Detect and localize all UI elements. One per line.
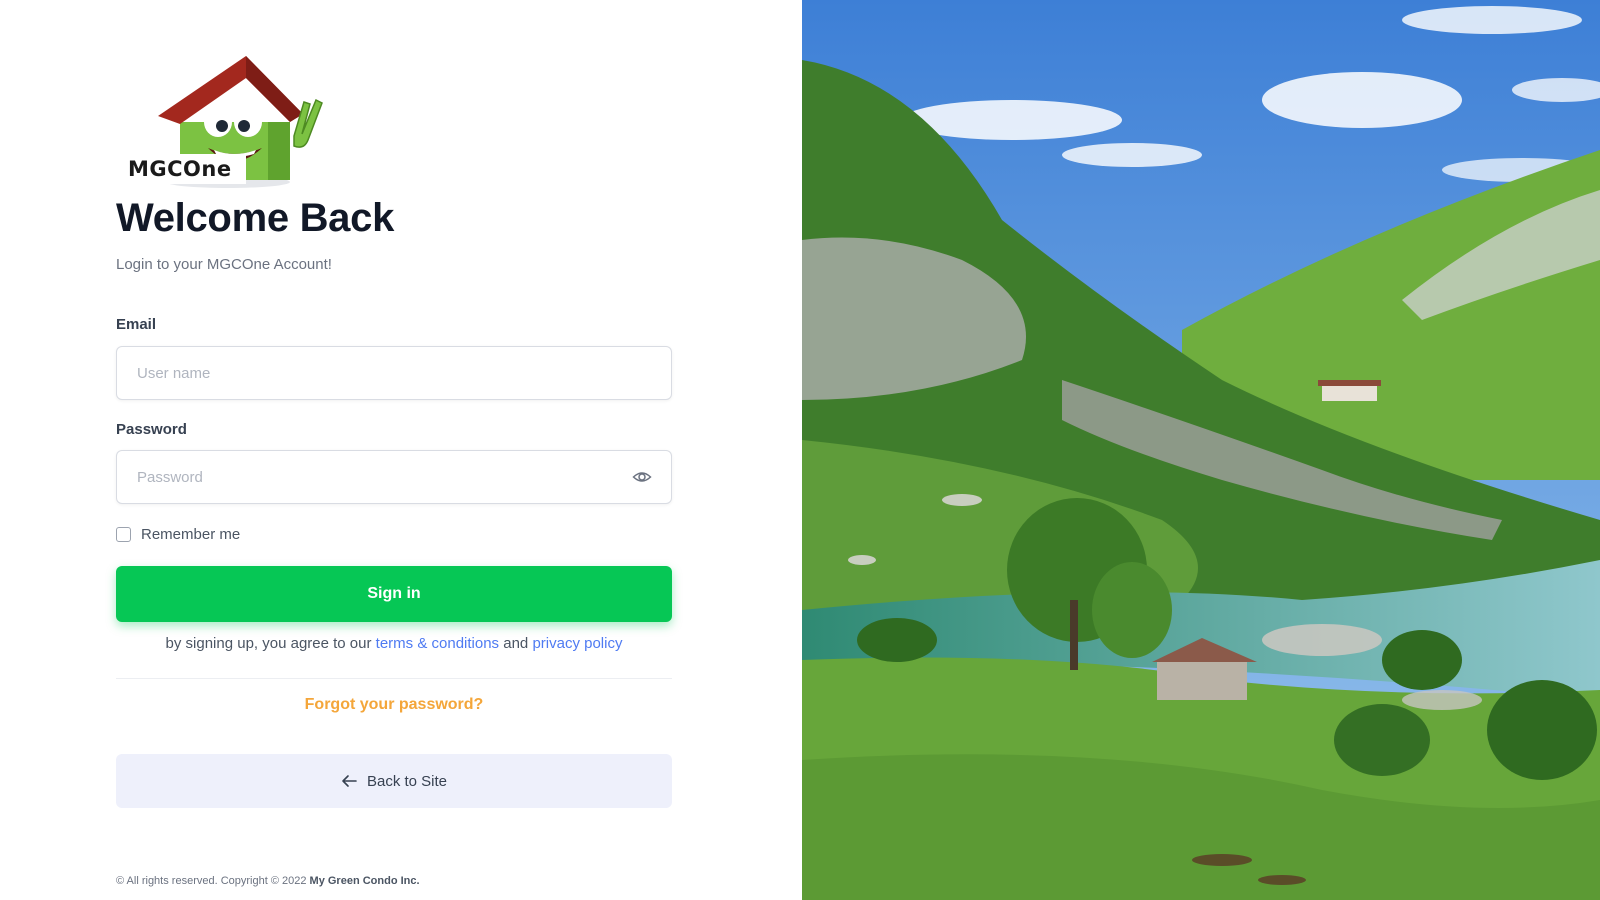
- back-to-site-label: Back to Site: [366, 772, 448, 790]
- agreement-text: by signing up, you agree to our terms & …: [116, 635, 672, 652]
- agreement-prefix: by signing up, you agree to our: [165, 635, 372, 652]
- email-label: Email: [116, 316, 157, 333]
- hero-landscape-image: [802, 0, 1600, 900]
- login-panel: MGCOne Welcome Back Login to your MGCOne…: [0, 0, 802, 900]
- page-title: Welcome Back: [116, 196, 395, 240]
- divider: [116, 678, 672, 679]
- forgot-password-link[interactable]: Forgot your password?: [116, 696, 672, 714]
- footer-copyright: © All rights reserved. Copyright © 2022 …: [116, 875, 420, 887]
- password-label: Password: [116, 421, 187, 438]
- password-input[interactable]: [116, 450, 672, 504]
- email-input[interactable]: [116, 346, 672, 400]
- back-to-site-button[interactable]: Back to Site: [116, 754, 672, 808]
- privacy-link[interactable]: privacy policy: [532, 635, 622, 652]
- arrow-left-icon: [342, 775, 357, 787]
- remember-me-label[interactable]: Remember me: [141, 526, 240, 543]
- footer-company: My Green Condo Inc.: [309, 875, 420, 887]
- terms-link[interactable]: terms & conditions: [376, 635, 499, 652]
- logo-text: MGCOne: [122, 154, 246, 184]
- remember-me-row: Remember me: [116, 526, 240, 543]
- brand-logo: MGCOne: [118, 50, 333, 190]
- eye-icon[interactable]: [632, 467, 652, 487]
- landscape-illustration: [802, 0, 1600, 900]
- page-subtitle: Login to your MGCOne Account!: [116, 256, 332, 273]
- agreement-and: and: [503, 635, 529, 652]
- remember-me-checkbox[interactable]: [116, 527, 131, 542]
- sign-in-button[interactable]: Sign in: [116, 566, 672, 622]
- footer-prefix: © All rights reserved. Copyright © 2022: [116, 875, 307, 887]
